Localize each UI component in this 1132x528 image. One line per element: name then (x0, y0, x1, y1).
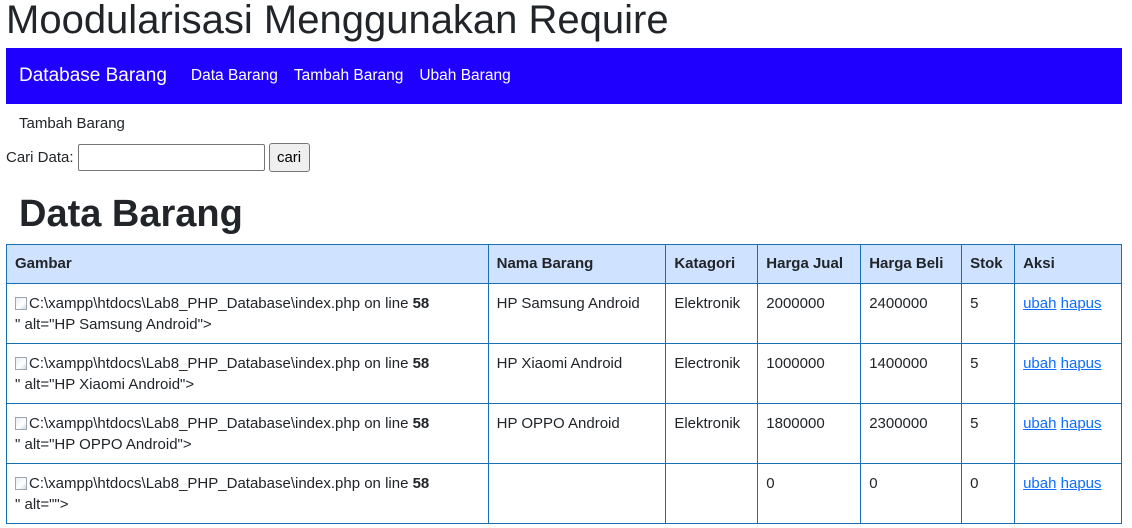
search-input[interactable] (77, 144, 265, 171)
table-row: C:\xampp\htdocs\Lab8_PHP_Database\index.… (6, 463, 1122, 524)
cell-nama-barang: HP Samsung Android (487, 283, 667, 344)
data-table: Gambar Nama Barang Katagori Harga Jual H… (6, 244, 1122, 524)
cell-katagori (665, 463, 759, 524)
header-katagori: Katagori (665, 244, 759, 284)
line-number: 58 (412, 415, 430, 432)
broken-image-icon (15, 357, 27, 370)
hapus-link[interactable]: hapus (1061, 415, 1102, 432)
search-form: Cari Data: cari (6, 143, 310, 172)
img-alt-text: " alt="HP Xiaomi Android"> (15, 376, 195, 393)
cell-nama-barang (487, 463, 667, 524)
broken-image-icon (15, 417, 27, 430)
img-src-text: C:\xampp\htdocs\Lab8_PHP_Database\index.… (29, 355, 413, 372)
cell-katagori: Elektronik (665, 403, 759, 464)
cell-aksi: ubah hapus (1014, 283, 1122, 344)
line-number: 58 (412, 295, 430, 312)
cell-harga-beli: 1400000 (860, 343, 963, 404)
cell-harga-jual: 2000000 (757, 283, 862, 344)
header-harga-jual: Harga Jual (757, 244, 862, 284)
section-title: Data Barang (19, 193, 243, 235)
nav-link-ubah-barang[interactable]: Ubah Barang (419, 67, 510, 85)
cell-stok: 5 (961, 283, 1016, 344)
header-aksi: Aksi (1014, 244, 1122, 284)
hapus-link[interactable]: hapus (1061, 295, 1102, 312)
hapus-link[interactable]: hapus (1061, 475, 1102, 492)
table-header-row: Gambar Nama Barang Katagori Harga Jual H… (6, 244, 1122, 284)
cell-aksi: ubah hapus (1014, 403, 1122, 464)
cell-aksi: ubah hapus (1014, 463, 1122, 524)
header-harga-beli: Harga Beli (860, 244, 963, 284)
img-src-text: C:\xampp\htdocs\Lab8_PHP_Database\index.… (29, 475, 413, 492)
img-alt-text: " alt=""> (15, 496, 69, 513)
line-number: 58 (412, 355, 430, 372)
broken-image-icon (15, 477, 27, 490)
cell-harga-beli: 2400000 (860, 283, 963, 344)
cell-stok: 5 (961, 403, 1016, 464)
cell-harga-jual: 0 (757, 463, 862, 524)
cell-katagori: Electronik (665, 343, 759, 404)
header-stok: Stok (961, 244, 1016, 284)
broken-image-icon (15, 297, 27, 310)
table-row: C:\xampp\htdocs\Lab8_PHP_Database\index.… (6, 283, 1122, 344)
cell-stok: 5 (961, 343, 1016, 404)
search-label: Cari Data: (6, 149, 74, 166)
page-title: Moodularisasi Menggunakan Require (6, 0, 669, 42)
cell-harga-beli: 2300000 (860, 403, 963, 464)
cell-nama-barang: HP Xiaomi Android (487, 343, 667, 404)
search-button[interactable]: cari (268, 143, 310, 172)
ubah-link[interactable]: ubah (1023, 295, 1056, 312)
cell-harga-jual: 1000000 (757, 343, 862, 404)
nav-link-tambah-barang[interactable]: Tambah Barang (294, 67, 403, 85)
img-src-text: C:\xampp\htdocs\Lab8_PHP_Database\index.… (29, 295, 413, 312)
line-number: 58 (412, 475, 430, 492)
cell-gambar: C:\xampp\htdocs\Lab8_PHP_Database\index.… (6, 283, 489, 344)
nav-link-data-barang[interactable]: Data Barang (191, 67, 278, 85)
cell-gambar: C:\xampp\htdocs\Lab8_PHP_Database\index.… (6, 343, 489, 404)
cell-gambar: C:\xampp\htdocs\Lab8_PHP_Database\index.… (6, 403, 489, 464)
ubah-link[interactable]: ubah (1023, 415, 1056, 432)
img-alt-text: " alt="HP Samsung Android"> (15, 316, 212, 333)
cell-stok: 0 (961, 463, 1016, 524)
navbar: Database Barang Data Barang Tambah Baran… (6, 48, 1122, 104)
cell-gambar: C:\xampp\htdocs\Lab8_PHP_Database\index.… (6, 463, 489, 524)
hapus-link[interactable]: hapus (1061, 355, 1102, 372)
img-src-text: C:\xampp\htdocs\Lab8_PHP_Database\index.… (29, 415, 413, 432)
header-nama-barang: Nama Barang (487, 244, 667, 284)
cell-harga-beli: 0 (860, 463, 963, 524)
img-alt-text: " alt="HP OPPO Android"> (15, 436, 192, 453)
cell-harga-jual: 1800000 (757, 403, 862, 464)
cell-nama-barang: HP OPPO Android (487, 403, 667, 464)
table-row: C:\xampp\htdocs\Lab8_PHP_Database\index.… (6, 343, 1122, 404)
cell-aksi: ubah hapus (1014, 343, 1122, 404)
cell-katagori: Elektronik (665, 283, 759, 344)
tambah-barang-link[interactable]: Tambah Barang (19, 115, 125, 132)
ubah-link[interactable]: ubah (1023, 475, 1056, 492)
table-row: C:\xampp\htdocs\Lab8_PHP_Database\index.… (6, 403, 1122, 464)
ubah-link[interactable]: ubah (1023, 355, 1056, 372)
header-gambar: Gambar (6, 244, 489, 284)
navbar-brand[interactable]: Database Barang (19, 65, 167, 87)
